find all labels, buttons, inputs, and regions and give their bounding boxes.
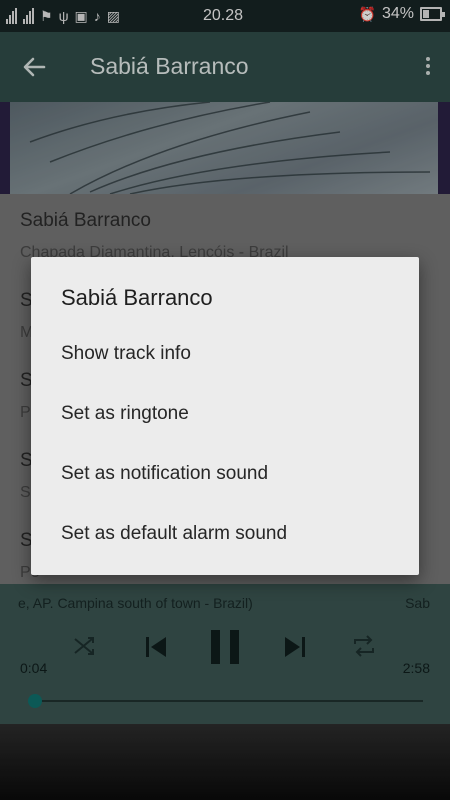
option-show-track-info[interactable]: Show track info	[31, 324, 419, 384]
option-set-notification-sound[interactable]: Set as notification sound	[31, 444, 419, 504]
track-options-dialog: Sabiá Barranco Show track info Set as ri…	[31, 257, 419, 575]
option-set-alarm-sound[interactable]: Set as default alarm sound	[31, 504, 419, 564]
option-set-ringtone[interactable]: Set as ringtone	[31, 384, 419, 444]
dialog-title: Sabiá Barranco	[61, 285, 213, 310]
